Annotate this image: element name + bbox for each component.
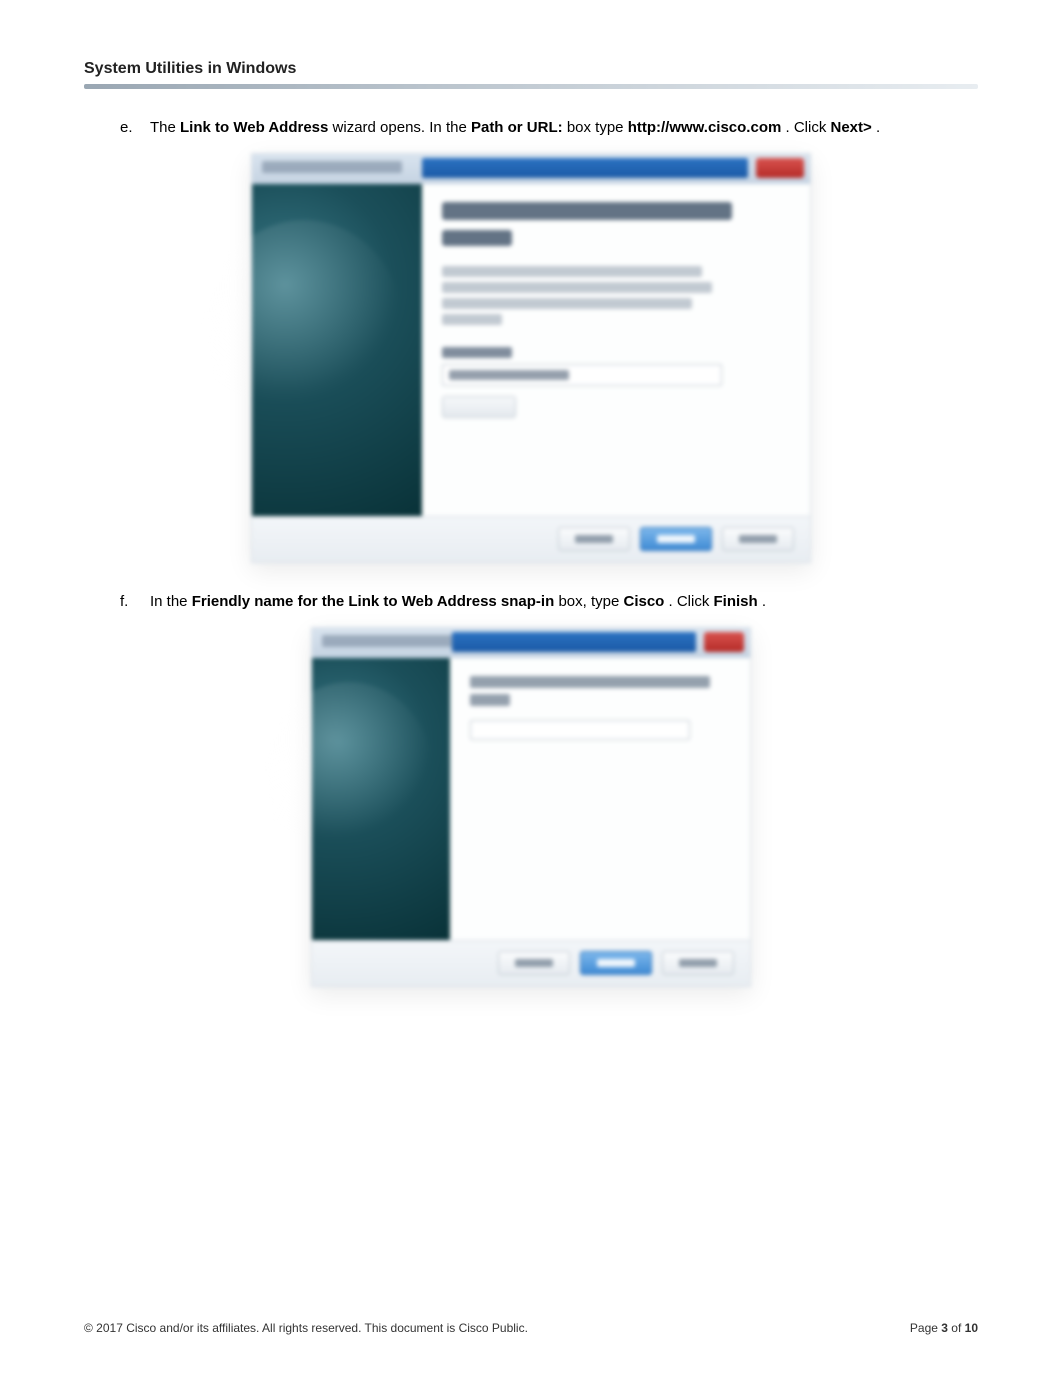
- close-button[interactable]: [704, 632, 744, 652]
- text: box, type: [558, 593, 623, 610]
- titlebar-strip: [422, 158, 748, 178]
- figure-wizard-name: [84, 627, 978, 987]
- page-footer: © 2017 Cisco and/or its affiliates. All …: [84, 1321, 978, 1335]
- step-body: The Link to Web Address wizard opens. In…: [150, 117, 978, 139]
- text: In the: [150, 593, 192, 610]
- close-button[interactable]: [756, 158, 804, 178]
- text-bold: Next>: [831, 119, 872, 136]
- text-bold: http://www.cisco.com: [628, 119, 782, 136]
- cancel-button[interactable]: [722, 527, 794, 551]
- page-current: 3: [941, 1321, 948, 1335]
- wizard-heading-line2: [442, 230, 512, 246]
- document-title: System Utilities in Windows: [84, 60, 978, 78]
- cancel-button[interactable]: [662, 951, 734, 975]
- step-e: e. The Link to Web Address wizard opens.…: [120, 117, 978, 139]
- finish-button[interactable]: [580, 951, 652, 975]
- text: . Click: [669, 593, 714, 610]
- title-divider: [84, 84, 978, 89]
- friendly-name-input[interactable]: [470, 720, 690, 740]
- text: box type: [567, 119, 628, 136]
- page-sep: of: [948, 1321, 965, 1335]
- url-input[interactable]: [442, 364, 722, 386]
- wizard-main-pane: [450, 658, 750, 940]
- wizard-titlebar: [312, 628, 750, 658]
- wizard-title-text: [322, 635, 462, 647]
- text: wizard opens. In the: [333, 119, 471, 136]
- copyright-text: © 2017 Cisco and/or its affiliates. All …: [84, 1321, 528, 1335]
- figure-wizard-url: [84, 153, 978, 563]
- text-bold: Cisco: [623, 593, 664, 610]
- wizard-dialog: [251, 153, 811, 563]
- browse-button[interactable]: [442, 396, 516, 418]
- url-label: [442, 347, 512, 358]
- wizard-title-text: [262, 161, 402, 173]
- wizard-footer: [312, 940, 750, 986]
- wizard-description: [442, 266, 790, 325]
- wizard-dialog: [311, 627, 751, 987]
- text: . Click: [786, 119, 831, 136]
- page-number: Page 3 of 10: [910, 1321, 978, 1335]
- step-f: f. In the Friendly name for the Link to …: [120, 591, 978, 613]
- text-bold: Path or URL:: [471, 119, 563, 136]
- wizard-main-pane: [422, 184, 810, 516]
- wizard-heading: [442, 202, 732, 220]
- text-bold: Link to Web Address: [180, 119, 328, 136]
- text-bold: Finish: [714, 593, 758, 610]
- page-total: 10: [965, 1321, 978, 1335]
- wizard-side-graphic: [312, 658, 450, 940]
- back-button[interactable]: [498, 951, 570, 975]
- friendly-name-label-2: [470, 694, 510, 706]
- step-letter: f.: [120, 591, 150, 613]
- wizard-footer: [252, 516, 810, 562]
- step-body: In the Friendly name for the Link to Web…: [150, 591, 978, 613]
- text: .: [762, 593, 766, 610]
- next-button[interactable]: [640, 527, 712, 551]
- wizard-side-graphic: [252, 184, 422, 516]
- titlebar-strip: [452, 632, 696, 652]
- text-bold: Friendly name for the Link to Web Addres…: [192, 593, 555, 610]
- back-button[interactable]: [558, 527, 630, 551]
- text: .: [876, 119, 880, 136]
- step-letter: e.: [120, 117, 150, 139]
- page-label: Page: [910, 1321, 941, 1335]
- friendly-name-label: [470, 676, 710, 688]
- text: The: [150, 119, 180, 136]
- wizard-titlebar: [252, 154, 810, 184]
